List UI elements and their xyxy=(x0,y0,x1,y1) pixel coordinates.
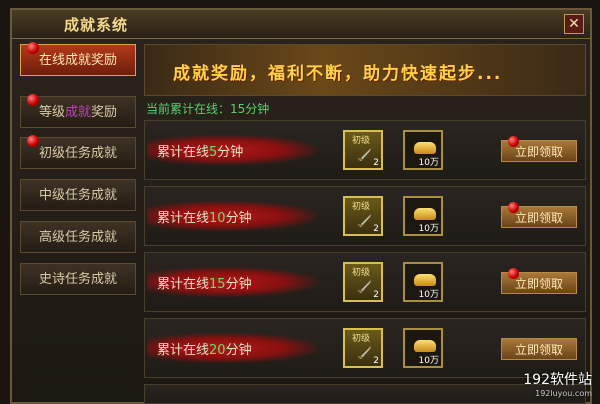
reward-suffix: 分钟 xyxy=(225,343,252,358)
sidebar-item-online-reward[interactable]: 在线成就奖励 xyxy=(20,42,136,76)
item-count: 10万 xyxy=(418,158,439,168)
item-count: 10万 xyxy=(418,290,439,300)
sidebar-item-level-reward[interactable]: 等级成就奖励 xyxy=(20,94,136,128)
sidebar-item-label-a: 等级 xyxy=(38,105,65,120)
reward-item-gold[interactable]: 10万 xyxy=(403,130,443,170)
item-count: 10万 xyxy=(418,224,439,234)
reward-suffix: 分钟 xyxy=(225,277,252,292)
sword-icon xyxy=(358,214,371,227)
sidebar-item-label: 史诗任务成就 xyxy=(38,272,117,287)
reward-minutes: 15 xyxy=(209,277,226,292)
claim-button-label: 立即领取 xyxy=(514,343,563,357)
notification-dot-icon xyxy=(508,136,519,147)
claim-button[interactable]: 立即领取 xyxy=(501,268,577,294)
gold-ingot-icon xyxy=(414,208,436,220)
reward-item-sword[interactable]: 初级 2 xyxy=(343,328,383,368)
online-time-status: 当前累计在线：15分钟 xyxy=(146,102,270,116)
claim-button[interactable]: 立即领取 xyxy=(501,338,577,360)
sidebar-item-advanced-task[interactable]: 高级任务成就 xyxy=(20,221,136,253)
reward-row-partial xyxy=(144,384,586,404)
notification-dot-icon xyxy=(27,42,39,54)
sword-icon xyxy=(358,346,371,359)
reward-item-gold[interactable]: 10万 xyxy=(403,262,443,302)
sidebar-item-label-b: 成就 xyxy=(64,105,91,120)
notification-dot-icon xyxy=(508,202,519,213)
reward-prefix: 累计在线 xyxy=(157,145,210,160)
reward-condition: 累计在线15分钟 xyxy=(157,273,252,292)
claim-button-label: 立即领取 xyxy=(514,277,563,291)
reward-suffix: 分钟 xyxy=(217,145,244,160)
reward-suffix: 分钟 xyxy=(225,211,252,226)
item-count: 2 xyxy=(373,224,379,234)
reward-prefix: 累计在线 xyxy=(157,277,210,292)
banner: 成就奖励，福利不断，助力快速起步... xyxy=(144,44,586,96)
claim-button-label: 立即领取 xyxy=(514,211,563,225)
claim-button[interactable]: 立即领取 xyxy=(501,136,577,162)
reward-condition: 累计在线5分钟 xyxy=(157,141,243,160)
reward-row: 累计在线20分钟 初级 2 10万 立即领取 xyxy=(144,318,586,378)
sidebar: 在线成就奖励 等级成就奖励 初级任务成就 中级任务成就 高级任务成就 史诗任务成… xyxy=(20,42,138,400)
reward-item-gold[interactable]: 10万 xyxy=(403,196,443,236)
item-count: 2 xyxy=(373,158,379,168)
item-count: 2 xyxy=(373,356,379,366)
banner-text: 成就奖励，福利不断，助力快速起步... xyxy=(173,64,503,84)
achievement-window: 成就系统 ✕ 在线成就奖励 等级成就奖励 初级任务成就 中级任务成就 高级任务成… xyxy=(10,8,592,404)
reward-item-gold[interactable]: 10万 xyxy=(403,328,443,368)
gold-ingot-icon xyxy=(414,274,436,286)
claim-button[interactable]: 立即领取 xyxy=(501,202,577,228)
notification-dot-icon xyxy=(27,135,39,147)
sidebar-item-label: 初级任务成就 xyxy=(38,146,117,161)
sword-icon xyxy=(358,280,371,293)
gold-ingot-icon xyxy=(414,142,436,154)
close-button[interactable]: ✕ xyxy=(564,14,584,34)
reward-item-sword[interactable]: 初级 2 xyxy=(343,262,383,302)
sidebar-item-label: 高级任务成就 xyxy=(38,230,117,245)
reward-minutes: 20 xyxy=(209,343,226,358)
sidebar-item-label-c: 奖励 xyxy=(91,105,118,120)
sidebar-item-basic-task[interactable]: 初级任务成就 xyxy=(20,135,136,169)
reward-condition: 累计在线20分钟 xyxy=(157,339,252,358)
item-count: 10万 xyxy=(418,356,439,366)
reward-condition: 累计在线10分钟 xyxy=(157,207,252,226)
watermark-sub: 192luyou.com xyxy=(535,389,592,398)
main-panel: 成就奖励，福利不断，助力快速起步... 当前累计在线：15分钟 累计在线5分钟 … xyxy=(144,44,586,404)
item-count: 2 xyxy=(373,290,379,300)
notification-dot-icon xyxy=(508,268,519,279)
notification-dot-icon xyxy=(27,94,39,106)
watermark-main: 192软件站 xyxy=(523,372,592,388)
sidebar-item-epic-task[interactable]: 史诗任务成就 xyxy=(20,263,136,295)
reward-item-sword[interactable]: 初级 2 xyxy=(343,196,383,236)
window-title: 成就系统 xyxy=(64,16,129,34)
reward-prefix: 累计在线 xyxy=(157,343,210,358)
reward-row: 累计在线15分钟 初级 2 10万 立即领取 xyxy=(144,252,586,312)
reward-row: 累计在线10分钟 初级 2 10万 立即领取 xyxy=(144,186,586,246)
sidebar-item-label: 在线成就奖励 xyxy=(38,53,117,68)
reward-row: 累计在线5分钟 初级 2 10万 立即领取 xyxy=(144,120,586,180)
reward-item-sword[interactable]: 初级 2 xyxy=(343,130,383,170)
reward-prefix: 累计在线 xyxy=(157,211,210,226)
title-bar: 成就系统 ✕ xyxy=(12,10,590,39)
gold-ingot-icon xyxy=(414,340,436,352)
site-watermark: 192软件站 192luyou.com xyxy=(523,369,592,398)
sword-icon xyxy=(358,148,371,161)
sidebar-item-intermediate-task[interactable]: 中级任务成就 xyxy=(20,179,136,211)
claim-button-label: 立即领取 xyxy=(514,145,563,159)
reward-minutes: 10 xyxy=(209,211,226,226)
sidebar-item-label: 中级任务成就 xyxy=(38,188,117,203)
